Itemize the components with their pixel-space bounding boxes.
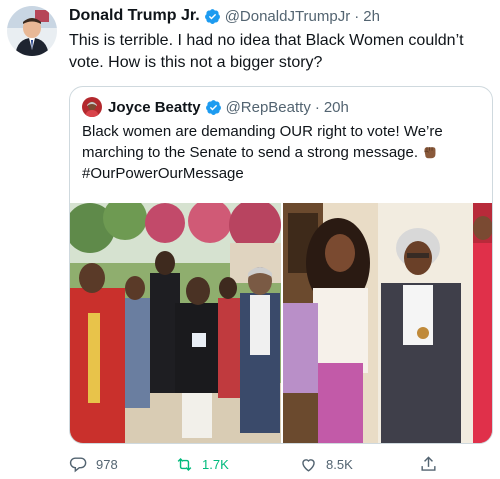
reply-button[interactable]: 978	[69, 455, 118, 474]
photo-march[interactable]	[70, 203, 281, 443]
quoted-header: Joyce Beatty @RepBeatty · 20h	[82, 97, 349, 117]
reply-count: 978	[96, 456, 118, 472]
like-button[interactable]: 8.5K	[299, 455, 353, 474]
quoted-avatar	[82, 97, 102, 117]
quoted-text-line-2: marching to the Senate to send a strong …	[82, 142, 482, 163]
share-icon	[421, 455, 436, 471]
verified-badge-icon	[204, 8, 221, 25]
author-name[interactable]: Donald Trump Jr.	[69, 7, 200, 25]
quoted-time: 20h	[323, 98, 349, 116]
quoted-text-line-2-text: marching to the Senate to send a strong …	[82, 144, 419, 161]
reply-icon	[69, 456, 87, 472]
raised-fist-emoji-icon	[421, 143, 438, 160]
tweet-header: Donald Trump Jr. @DonaldJTrumpJr · 2h	[69, 7, 380, 25]
quoted-hashtag[interactable]: #OurPowerOurMessage	[82, 163, 482, 184]
quoted-author-handle: @RepBeatty	[225, 98, 311, 116]
quoted-media[interactable]	[70, 203, 492, 443]
retweet-icon	[177, 457, 192, 471]
tweet-actions: 978 1.7K 8.5K	[69, 452, 449, 476]
quoted-verified-badge-icon	[205, 99, 222, 116]
heart-icon	[302, 458, 315, 472]
retweet-button[interactable]: 1.7K	[175, 455, 229, 474]
retweet-count: 1.7K	[202, 456, 229, 472]
author-avatar[interactable]	[7, 6, 57, 56]
share-button[interactable]	[419, 455, 446, 474]
quoted-author-name: Joyce Beatty	[108, 98, 201, 116]
quoted-separator-dot: ·	[314, 98, 320, 116]
quoted-text: Black women are demanding OUR right to v…	[82, 121, 482, 184]
tweet-text: This is terrible. I had no idea that Bla…	[69, 32, 464, 71]
tweet-time[interactable]: 2h	[363, 8, 380, 25]
quoted-tweet[interactable]: Joyce Beatty @RepBeatty · 20h Black wome…	[69, 86, 493, 444]
photo-posing[interactable]	[283, 203, 492, 443]
separator-dot: ·	[354, 7, 360, 25]
quoted-text-line-1: Black women are demanding OUR right to v…	[82, 123, 443, 140]
like-count: 8.5K	[326, 456, 353, 472]
author-handle[interactable]: @DonaldJTrumpJr	[225, 8, 351, 25]
